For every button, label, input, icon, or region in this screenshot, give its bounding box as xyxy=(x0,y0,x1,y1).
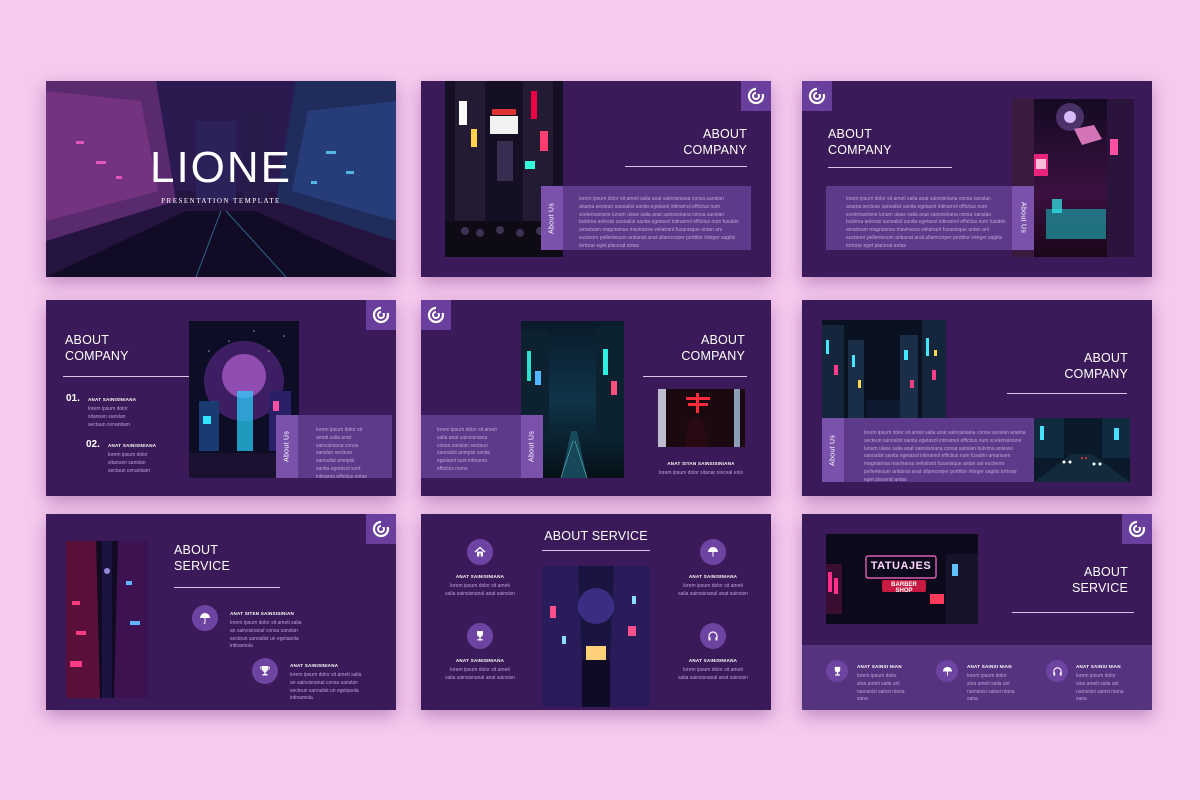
umbrella-icon xyxy=(936,660,958,682)
neon-sign-line2: BARBER SHOP xyxy=(891,582,917,594)
item-label-01: ANAT SAINISINIANA xyxy=(88,397,137,402)
about-text: lorem ipsum dolor sit ameti salia anat s… xyxy=(864,430,1026,483)
neon-sign-line1: TATUAJES xyxy=(870,560,932,572)
about-company-title: ABOUT COMPANY xyxy=(828,127,892,158)
grid-label-3: ANAT SAINISINIANA xyxy=(455,658,505,663)
about-service-title: ABOUT SERVICE xyxy=(1071,565,1128,596)
neon-sign-photo: TATUAJES BARBER SHOP xyxy=(826,534,978,624)
title-rule xyxy=(63,376,191,377)
caption-text: lorem ipsum dolor sitanar ninceal enis xyxy=(659,470,743,476)
logo-icon xyxy=(366,300,396,330)
about-us-tab: About Us xyxy=(822,418,844,482)
alley-neon-photo xyxy=(66,541,148,698)
home-icon xyxy=(467,539,493,565)
service-text-1: lorem ipsum dolor sit ameti salia an sai… xyxy=(230,620,302,650)
logo-icon xyxy=(366,514,396,544)
grid-text-4: lorem ipsum dolor sit ameti salia sainsi… xyxy=(678,667,748,681)
traffic-photo xyxy=(1034,418,1130,482)
about-us-tab: About Us xyxy=(521,415,543,478)
logo-icon xyxy=(741,81,771,111)
logo-icon xyxy=(802,81,832,111)
slide-about-service-3[interactable]: TATUAJES BARBER SHOP ABOUT SERVICE ANAT … xyxy=(802,514,1152,710)
about-service-title: ABOUT SERVICE xyxy=(174,543,231,574)
slide-about-company-3[interactable]: ABOUT COMPANY 01. ANAT SAINISINIANA lore… xyxy=(46,300,396,496)
trophy-icon xyxy=(252,658,278,684)
about-text: lorem ipsum dolor sit ameti salia anat s… xyxy=(579,196,739,249)
title-rule xyxy=(643,376,747,377)
item-number-02: 02. xyxy=(86,439,100,450)
slide-about-service-2[interactable]: ABOUT SERVICE ANAT SAINISINIANA lorem ip… xyxy=(421,514,771,710)
about-company-title: ABOUT COMPANY xyxy=(683,127,747,158)
trophy-icon xyxy=(467,623,493,649)
caption-label: ANAT SITAN SAINSISINIANA xyxy=(667,461,735,466)
logo-icon xyxy=(421,300,451,330)
about-us-tab: About Us xyxy=(541,186,563,250)
headphones-icon xyxy=(1046,660,1068,682)
band-label-2: ANAT SAINSI NIAN xyxy=(967,664,1012,669)
title-rule xyxy=(174,587,280,588)
band-label-1: ANAT SAINSI NIAN xyxy=(857,664,902,669)
slide-about-company-5[interactable]: ABOUT COMPANY About Us lorem ipsum dolor… xyxy=(802,300,1152,496)
service-label-1: ANAT SITEN SAINSISINIAN xyxy=(230,611,294,616)
logo-icon xyxy=(1122,514,1152,544)
band-label-3: ANAT SAINSI NIAN xyxy=(1076,664,1121,669)
about-text: lorem ipsum dolor sit ameti salia anat s… xyxy=(846,196,1006,249)
title-rule xyxy=(828,167,952,168)
slide-about-company-4[interactable]: lorem ipsum dolor sit ameti salia anat s… xyxy=(421,300,771,496)
alley-purple-photo xyxy=(542,566,650,707)
service-label-2: ANAT SAINISINIANA xyxy=(290,663,339,668)
slide-about-company-1[interactable]: ABOUT COMPANY About Us lorem ipsum dolor… xyxy=(421,81,771,277)
about-company-title: ABOUT COMPANY xyxy=(65,333,129,364)
band-text-2: lorem ipsum dolor sina ameti salia anl n… xyxy=(967,673,1015,703)
tall-buildings-photo xyxy=(822,320,946,418)
about-us-tab: About Us xyxy=(276,415,298,478)
grid-label-1: ANAT SAINISINIANA xyxy=(455,574,505,579)
band-text-1: lorem ipsum dolor sina ameti salia anl n… xyxy=(857,673,905,703)
neon-figure-photo xyxy=(658,389,745,447)
slide-about-service-1[interactable]: ABOUT SERVICE ANAT SITEN SAINSISINIAN lo… xyxy=(46,514,396,710)
title-rule xyxy=(1012,612,1134,613)
item-number-01: 01. xyxy=(66,393,80,404)
band-text-3: lorem ipsum dolor sina ameti salia anl n… xyxy=(1076,673,1124,703)
about-company-title: ABOUT COMPANY xyxy=(1064,351,1128,382)
item-label-02: ANAT SAINISINIANA xyxy=(108,443,157,448)
headphones-icon xyxy=(700,623,726,649)
slide-about-company-2[interactable]: ABOUT COMPANY lorem ipsum dolor sit amet… xyxy=(802,81,1152,277)
cover-title: LIONE xyxy=(149,143,293,192)
about-company-title: ABOUT COMPANY xyxy=(681,333,745,364)
about-text: lorem ipsum dolor sit ameti salia anat s… xyxy=(437,427,497,472)
trophy-icon xyxy=(826,660,848,682)
grid-text-1: lorem ipsum dolor sit ameti salia sainsi… xyxy=(445,583,515,597)
umbrella-icon xyxy=(700,539,726,565)
title-rule xyxy=(542,550,650,551)
umbrella-icon xyxy=(192,605,218,631)
about-us-tab: About Us xyxy=(1012,186,1034,250)
cover-subtitle: PRESENTATION TEMPLATE xyxy=(161,197,281,205)
grid-label-4: ANAT SAINISINIANA xyxy=(688,658,738,663)
title-rule xyxy=(1007,393,1127,394)
item-text-01: lorem ipsum dolor sitanoen sanslan secta… xyxy=(88,406,130,428)
grid-text-3: lorem ipsum dolor sit ameti salia sainsi… xyxy=(445,667,515,681)
grid-label-2: ANAT SAINISINIANA xyxy=(688,574,738,579)
about-text: lorem ipsum dolor sit ameti salia anat s… xyxy=(316,427,368,480)
title-rule xyxy=(625,166,747,167)
service-text-2: lorem ipsum dolor sit ameti salia an sai… xyxy=(290,672,362,702)
slide-cover[interactable]: LIONE PRESENTATION TEMPLATE xyxy=(46,81,396,277)
grid-text-2: lorem ipsum dolor sit ameti salia sainsi… xyxy=(678,583,748,597)
item-text-02: lorem ipsum dolor sitanoen sanslan secta… xyxy=(108,452,150,474)
